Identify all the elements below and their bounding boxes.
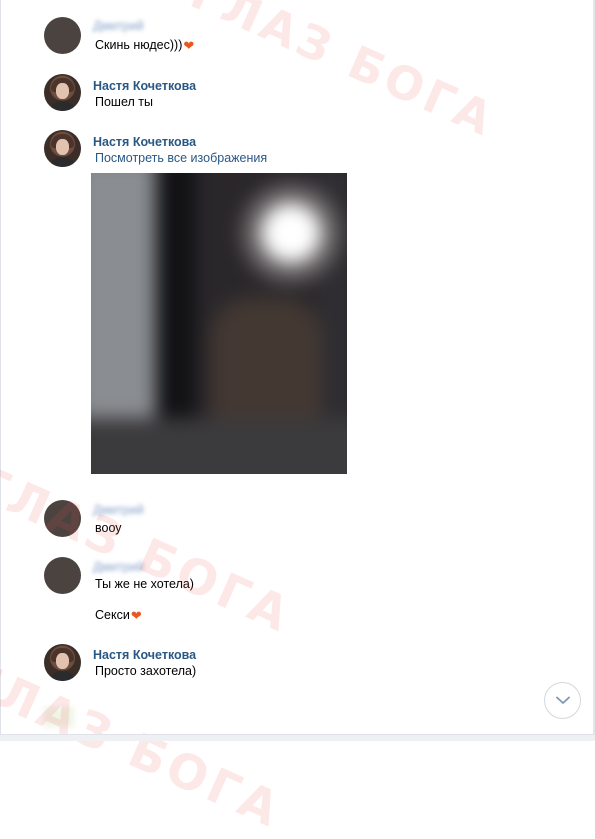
- author-name[interactable]: Дмитрий: [93, 19, 144, 33]
- message-text: Ты же не хотела): [95, 577, 194, 591]
- watermark: ГЛАЗ БОГА: [183, 0, 504, 148]
- author-name[interactable]: Дмитрий: [93, 503, 144, 517]
- message-text: Пошел ты: [95, 95, 153, 109]
- heart-emoji-icon: ❤: [183, 38, 195, 53]
- message-text-content: Секси: [95, 608, 130, 622]
- avatar[interactable]: [44, 74, 81, 111]
- scroll-to-bottom-button[interactable]: [544, 682, 581, 719]
- view-all-images-link[interactable]: Посмотреть все изображения: [95, 151, 267, 165]
- author-name[interactable]: Настя Кочеткова: [93, 648, 196, 662]
- avatar[interactable]: [44, 130, 81, 167]
- avatar[interactable]: [44, 500, 81, 537]
- chevron-down-icon: [556, 696, 570, 704]
- message-text: вооу: [95, 521, 122, 535]
- partial-attachment: [44, 707, 74, 727]
- avatar[interactable]: [44, 557, 81, 594]
- frame-left-border: [0, 0, 1, 741]
- heart-emoji-icon: ❤: [130, 608, 142, 623]
- watermark: ГЛАЗ БОГА: [0, 650, 291, 839]
- frame-bottom-border: [0, 734, 595, 741]
- message-text: Скинь нюдес)))❤: [95, 38, 194, 54]
- message-text: Секси❤: [95, 608, 142, 624]
- avatar[interactable]: [44, 644, 81, 681]
- message-text-content: Скинь нюдес))): [95, 38, 183, 52]
- author-name[interactable]: Настя Кочеткова: [93, 135, 196, 149]
- author-name[interactable]: Настя Кочеткова: [93, 79, 196, 93]
- avatar[interactable]: [44, 17, 81, 54]
- author-name[interactable]: Дмитрий: [93, 560, 144, 574]
- watermark: ГЛАЗ БОГА: [0, 455, 301, 645]
- photo-attachment[interactable]: [91, 173, 347, 474]
- message-text: Просто захотела): [95, 664, 197, 678]
